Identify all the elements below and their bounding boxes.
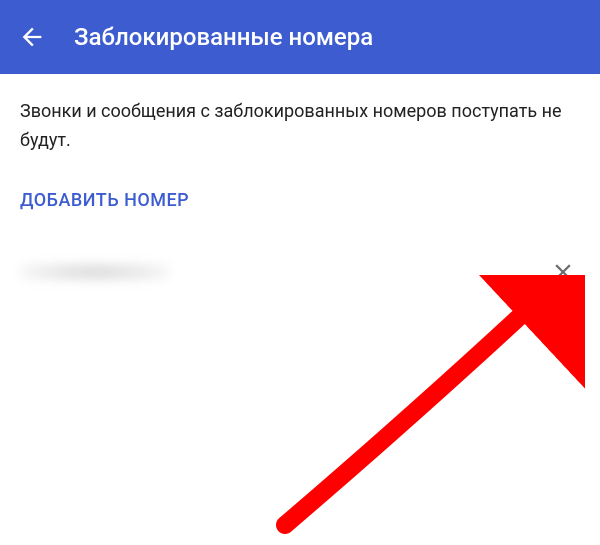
- page-title: Заблокированные номера: [74, 23, 373, 51]
- back-arrow-icon[interactable]: [18, 23, 46, 51]
- add-number-button[interactable]: ДОБАВИТЬ НОМЕР: [20, 190, 189, 211]
- annotation-arrow: [175, 275, 585, 545]
- blocked-number-row: [20, 255, 580, 289]
- app-bar: Заблокированные номера: [0, 0, 600, 74]
- blocked-number-text: [20, 262, 170, 282]
- remove-number-icon[interactable]: [550, 259, 576, 285]
- description-text: Звонки и сообщения с заблокированных ном…: [20, 98, 580, 156]
- content-area: Звонки и сообщения с заблокированных ном…: [0, 74, 600, 289]
